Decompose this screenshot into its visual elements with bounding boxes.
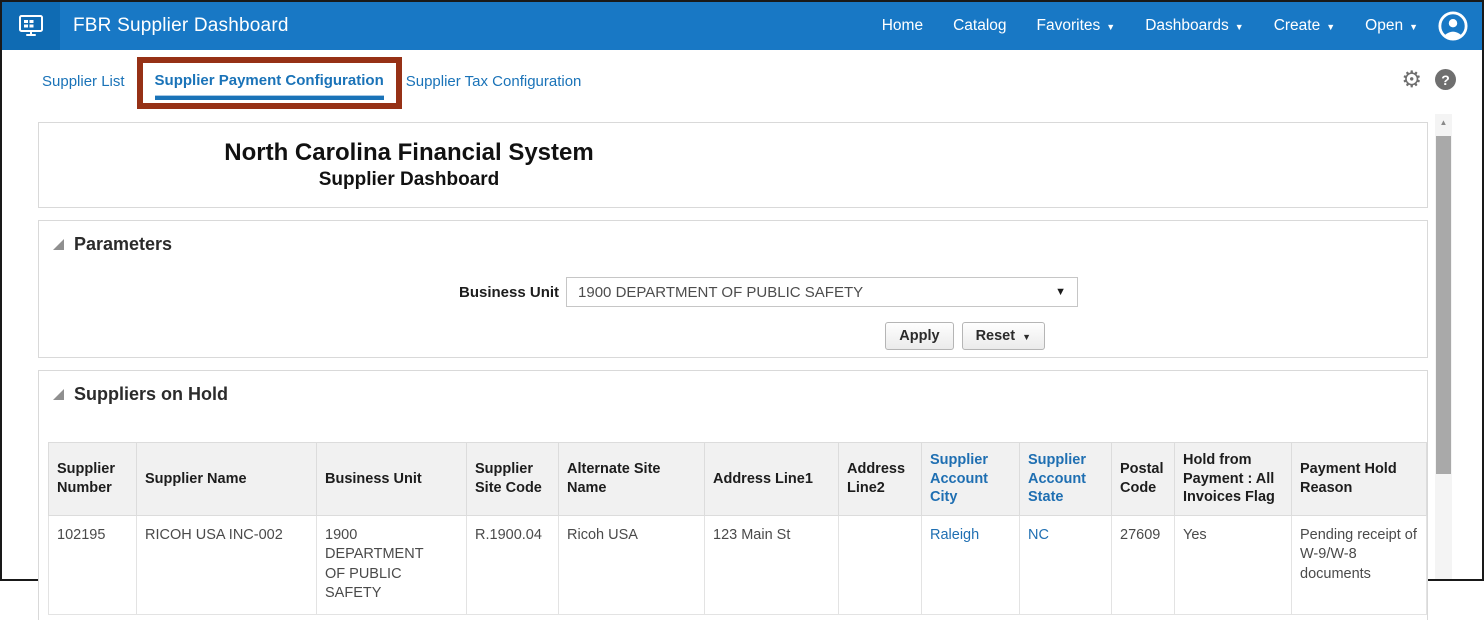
cell-business-unit: 1900 DEPARTMENT OF PUBLIC SAFETY	[317, 515, 467, 614]
nav-favorites[interactable]: Favorites▼	[1037, 17, 1116, 35]
tab-supplier-tax-configuration[interactable]: Supplier Tax Configuration	[406, 73, 582, 90]
caret-down-icon: ▼	[1235, 22, 1244, 32]
cell-supplier-account-state[interactable]: NC	[1020, 515, 1112, 614]
nav-home[interactable]: Home	[882, 17, 923, 35]
gear-icon[interactable]: ⚙	[1401, 68, 1422, 91]
cell-payment-hold-reason: Pending receipt of W-9/W-8 documents	[1292, 515, 1427, 614]
suppliers-on-hold-table: Supplier Number Supplier Name Business U…	[48, 442, 1427, 615]
cell-supplier-name: RICOH USA INC-002	[137, 515, 317, 614]
col-supplier-name: Supplier Name	[137, 443, 317, 516]
col-postal-code: Postal Code	[1112, 443, 1175, 516]
business-unit-value: 1900 DEPARTMENT OF PUBLIC SAFETY	[578, 284, 863, 301]
col-payment-hold-reason: Payment Hold Reason	[1292, 443, 1427, 516]
help-icon[interactable]: ?	[1435, 69, 1456, 90]
cell-supplier-account-city[interactable]: Raleigh	[922, 515, 1020, 614]
vertical-scrollbar[interactable]: ▲	[1435, 114, 1452, 579]
cell-address-line2	[839, 515, 922, 614]
cell-supplier-number: 102195	[49, 515, 137, 614]
nav-catalog[interactable]: Catalog	[953, 17, 1006, 35]
cell-hold-from-payment-flag: Yes	[1175, 515, 1292, 614]
disclosure-triangle-icon[interactable]	[53, 239, 64, 250]
highlight-annotation-box: Supplier Payment Configuration	[137, 57, 402, 109]
parameters-section: Parameters Business Unit 1900 DEPARTMENT…	[38, 220, 1428, 358]
parameters-section-title: Parameters	[74, 234, 172, 255]
col-hold-from-payment-flag: Hold from Payment : All Invoices Flag	[1175, 443, 1292, 516]
scrollbar-thumb[interactable]	[1436, 136, 1451, 474]
caret-down-icon: ▼	[1106, 22, 1115, 32]
business-unit-dropdown[interactable]: 1900 DEPARTMENT OF PUBLIC SAFETY ▼	[566, 277, 1078, 307]
disclosure-triangle-icon[interactable]	[53, 389, 64, 400]
col-alternate-site-name: Alternate Site Name	[559, 443, 705, 516]
tab-supplier-list[interactable]: Supplier List	[42, 73, 125, 90]
top-bar: FBR Supplier Dashboard Home Catalog Favo…	[2, 2, 1482, 50]
tab-supplier-payment-configuration[interactable]: Supplier Payment Configuration	[155, 72, 384, 100]
caret-down-icon: ▼	[1409, 22, 1418, 32]
page-title: North Carolina Financial System	[39, 139, 779, 167]
nav-create[interactable]: Create▼	[1274, 17, 1335, 35]
nav-dashboards[interactable]: Dashboards▼	[1145, 17, 1244, 35]
suppliers-on-hold-section: Suppliers on Hold Supplier Number Suppli…	[38, 370, 1428, 620]
table-row: 102195 RICOH USA INC-002 1900 DEPARTMENT…	[49, 515, 1427, 614]
top-navigation: Home Catalog Favorites▼ Dashboards▼ Crea…	[882, 17, 1418, 35]
dashboard-monitor-icon	[18, 14, 44, 38]
col-supplier-account-city[interactable]: Supplier Account City	[922, 443, 1020, 516]
caret-down-icon: ▼	[1022, 332, 1031, 342]
scroll-up-arrow-icon[interactable]: ▲	[1435, 114, 1452, 130]
cell-address-line1: 123 Main St	[705, 515, 839, 614]
cell-postal-code: 27609	[1112, 515, 1175, 614]
col-address-line1: Address Line1	[705, 443, 839, 516]
page-heading-card: North Carolina Financial System Supplier…	[38, 122, 1428, 208]
cell-supplier-site-code: R.1900.04	[467, 515, 559, 614]
col-supplier-site-code: Supplier Site Code	[467, 443, 559, 516]
brand-square	[2, 2, 60, 50]
nav-open[interactable]: Open▼	[1365, 17, 1418, 35]
col-supplier-number: Supplier Number	[49, 443, 137, 516]
business-unit-label: Business Unit	[459, 284, 559, 301]
suppliers-on-hold-header[interactable]: Suppliers on Hold	[39, 371, 1427, 405]
col-supplier-account-state[interactable]: Supplier Account State	[1020, 443, 1112, 516]
table-header-row: Supplier Number Supplier Name Business U…	[49, 443, 1427, 516]
caret-down-icon: ▼	[1326, 22, 1335, 32]
col-address-line2: Address Line2	[839, 443, 922, 516]
cell-alternate-site-name: Ricoh USA	[559, 515, 705, 614]
tab-bar: Supplier List Supplier Payment Configura…	[2, 50, 1482, 112]
suppliers-on-hold-title: Suppliers on Hold	[74, 384, 228, 405]
content-area: North Carolina Financial System Supplier…	[2, 112, 1482, 579]
reset-button[interactable]: Reset▼	[962, 322, 1045, 350]
apply-button[interactable]: Apply	[885, 322, 953, 350]
parameters-section-header[interactable]: Parameters	[39, 221, 1427, 255]
col-business-unit: Business Unit	[317, 443, 467, 516]
app-title: FBR Supplier Dashboard	[73, 15, 289, 37]
page-subtitle: Supplier Dashboard	[39, 169, 779, 191]
dropdown-arrow-icon: ▼	[1055, 286, 1066, 298]
user-avatar-icon[interactable]	[1438, 11, 1468, 41]
